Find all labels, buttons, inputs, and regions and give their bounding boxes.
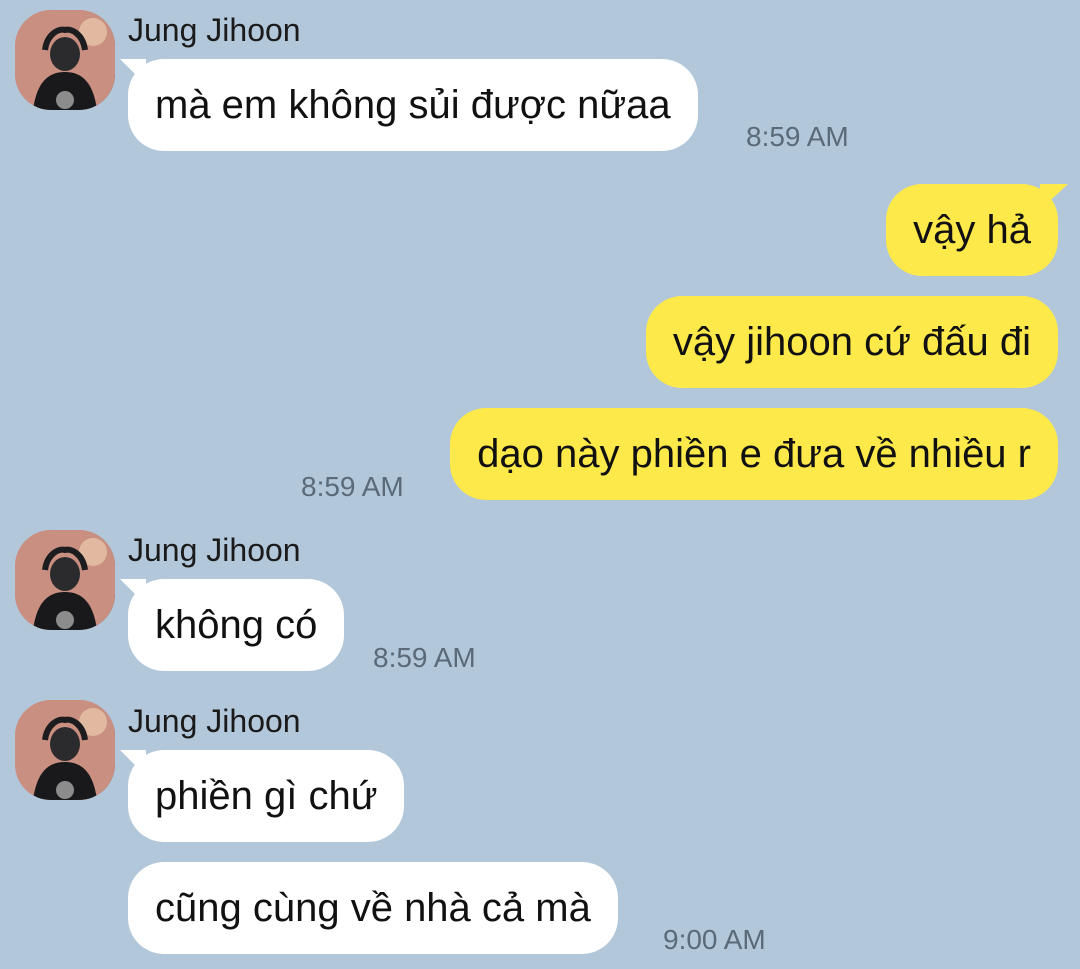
message-timestamp: 9:00 AM: [663, 924, 766, 955]
message-text: cũng cùng về nhà cả mà: [155, 886, 591, 930]
message-text: vậy jihoon cứ đấu đi: [672, 320, 1031, 364]
message-bubble-incoming[interactable]: mà em không sủi được nữaa: [128, 59, 698, 151]
message-bubble-incoming[interactable]: phiền gì chứ: [128, 750, 405, 842]
message-text: không có: [155, 603, 318, 647]
message-bubble-outgoing[interactable]: vậy jihoon cứ đấu đi: [645, 296, 1058, 388]
message-bubble-outgoing[interactable]: vậy hả: [886, 184, 1058, 276]
message-bubble-incoming[interactable]: cũng cùng về nhà cả mà: [128, 862, 618, 954]
message-text: vậy hả: [913, 208, 1031, 252]
avatar-icon[interactable]: [15, 10, 115, 110]
sender-name: Jung Jihoon: [128, 532, 301, 568]
message-text: phiền gì chứ: [155, 774, 378, 818]
chat-area: Jung Jihoon mà em không sủi được nữaa 8:…: [0, 0, 1080, 969]
avatar-icon[interactable]: [15, 700, 115, 800]
sender-name: Jung Jihoon: [128, 703, 301, 739]
message-timestamp: 8:59 AM: [373, 642, 476, 673]
message-text: mà em không sủi được nữaa: [155, 83, 671, 127]
sender-name: Jung Jihoon: [128, 12, 301, 48]
message-bubble-incoming[interactable]: không có: [128, 579, 345, 671]
message-text: dạo này phiền e đưa về nhiều r: [477, 432, 1031, 476]
avatar-icon[interactable]: [15, 530, 115, 630]
message-timestamp: 8:59 AM: [746, 121, 849, 152]
message-timestamp: 8:59 AM: [301, 471, 404, 502]
message-bubble-outgoing[interactable]: dạo này phiền e đưa về nhiều r: [450, 408, 1058, 500]
